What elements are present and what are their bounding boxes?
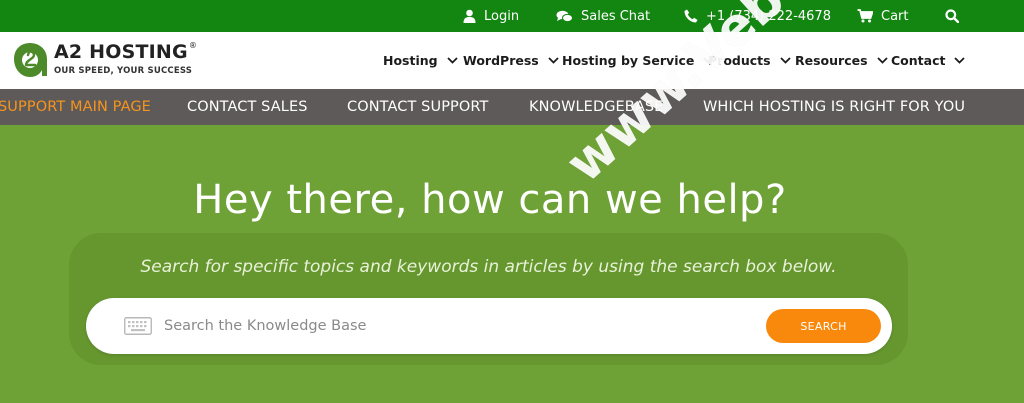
search-box: SEARCH (86, 298, 892, 354)
nav-wordpress-label: WordPress (463, 53, 539, 68)
keyboard-icon (124, 317, 152, 335)
search-hint: Search for specific topics and keywords … (140, 257, 837, 277)
nav-products[interactable]: Products (708, 32, 791, 89)
a2-logo-mark-icon (14, 43, 47, 77)
a2-hosting-logo[interactable]: A2 HOSTING® OUR SPEED, YOUR SUCCESS (12, 39, 202, 83)
search-panel: Search for specific topics and keywords … (69, 233, 908, 365)
hero-title: Hey there, how can we help? (193, 177, 787, 223)
chevron-down-icon (446, 57, 458, 64)
nav-wordpress[interactable]: WordPress (463, 32, 559, 89)
phone-label: +1 (734) 222-4678 (706, 8, 831, 24)
nav-contact-label: Contact (891, 53, 946, 68)
subnav-which-hosting[interactable]: WHICH HOSTING IS RIGHT FOR YOU (703, 89, 965, 125)
phone-link[interactable]: +1 (734) 222-4678 (684, 0, 831, 32)
phone-icon (684, 9, 698, 23)
chat-bubbles-icon (556, 10, 573, 22)
user-icon (463, 9, 476, 23)
top-utility-bar: Login Sales Chat +1 (734) 222-4678 Cart (0, 0, 1024, 32)
nav-products-label: Products (708, 53, 771, 68)
chevron-down-icon (954, 57, 966, 64)
nav-hosting[interactable]: Hosting (383, 32, 458, 89)
chevron-down-icon (779, 57, 791, 64)
logo-tagline: OUR SPEED, YOUR SUCCESS (54, 66, 193, 76)
site-header: A2 HOSTING® OUR SPEED, YOUR SUCCESS Host… (0, 32, 1024, 89)
cart-link[interactable]: Cart (857, 0, 909, 32)
subnav-contact-sales[interactable]: CONTACT SALES (187, 89, 308, 125)
search-toggle[interactable] (945, 0, 959, 32)
knowledge-base-search-input[interactable] (164, 308, 744, 344)
nav-hosting-by-service[interactable]: Hosting by Service (562, 32, 715, 89)
hero-section: Hey there, how can we help? Search for s… (0, 125, 1024, 403)
search-icon (945, 9, 959, 23)
sales-chat-link[interactable]: Sales Chat (556, 0, 650, 32)
logo-brand-text: A2 HOSTING® (54, 41, 198, 63)
nav-contact[interactable]: Contact (891, 32, 966, 89)
nav-hosting-label: Hosting (383, 53, 438, 68)
search-button[interactable]: SEARCH (766, 309, 881, 343)
cart-label: Cart (881, 8, 909, 24)
login-label: Login (484, 8, 520, 24)
nav-hosting-by-service-label: Hosting by Service (562, 53, 695, 68)
chevron-down-icon (548, 57, 559, 64)
nav-resources[interactable]: Resources (795, 32, 888, 89)
cart-icon (857, 9, 873, 23)
support-subnav: SUPPORT MAIN PAGE CONTACT SALES CONTACT … (0, 89, 1024, 125)
subnav-contact-support[interactable]: CONTACT SUPPORT (347, 89, 488, 125)
subnav-knowledgebase[interactable]: KNOWLEDGEBASE (529, 89, 663, 125)
chevron-down-icon (876, 57, 888, 64)
nav-resources-label: Resources (795, 53, 868, 68)
login-link[interactable]: Login (463, 0, 519, 32)
sales-chat-label: Sales Chat (581, 8, 651, 24)
subnav-support-main-page[interactable]: SUPPORT MAIN PAGE (0, 89, 151, 125)
